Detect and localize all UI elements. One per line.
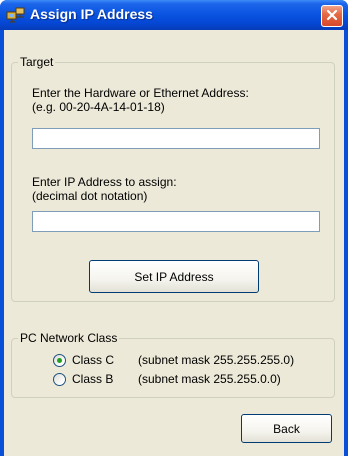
- class-b-label[interactable]: Class B: [72, 372, 113, 386]
- title-bar[interactable]: Assign IP Address: [0, 0, 348, 30]
- hw-address-input[interactable]: [32, 128, 320, 149]
- network-class-legend: PC Network Class: [18, 331, 120, 345]
- ip-address-hint: (decimal dot notation): [32, 189, 148, 203]
- radio-selected-dot: [57, 358, 62, 363]
- ip-address-input[interactable]: [32, 211, 320, 232]
- class-b-mask: (subnet mask 255.255.0.0): [138, 372, 281, 386]
- class-b-radio[interactable]: [53, 373, 66, 386]
- class-c-radio[interactable]: [53, 354, 66, 367]
- network-class-group: PC Network Class Class C (subnet mask 25…: [11, 331, 335, 398]
- dialog-body: Target Enter the Hardware or Ethernet Ad…: [4, 30, 344, 456]
- class-c-label[interactable]: Class C: [72, 353, 114, 367]
- close-icon: [326, 9, 338, 24]
- target-group: Target Enter the Hardware or Ethernet Ad…: [11, 55, 335, 302]
- hw-address-label: Enter the Hardware or Ethernet Address:: [32, 86, 249, 100]
- target-legend: Target: [18, 55, 56, 69]
- hw-address-example: (e.g. 00-20-4A-14-01-18): [32, 100, 165, 114]
- back-button[interactable]: Back: [241, 414, 332, 443]
- set-ip-address-button[interactable]: Set IP Address: [89, 260, 259, 293]
- window-title: Assign IP Address: [30, 6, 153, 22]
- network-tool-icon: [6, 6, 26, 24]
- close-button[interactable]: [321, 5, 343, 27]
- dialog-window: Assign IP Address Target Enter the Hardw…: [0, 0, 348, 456]
- class-c-mask: (subnet mask 255.255.255.0): [138, 353, 295, 367]
- ip-address-label: Enter IP Address to assign:: [32, 175, 177, 189]
